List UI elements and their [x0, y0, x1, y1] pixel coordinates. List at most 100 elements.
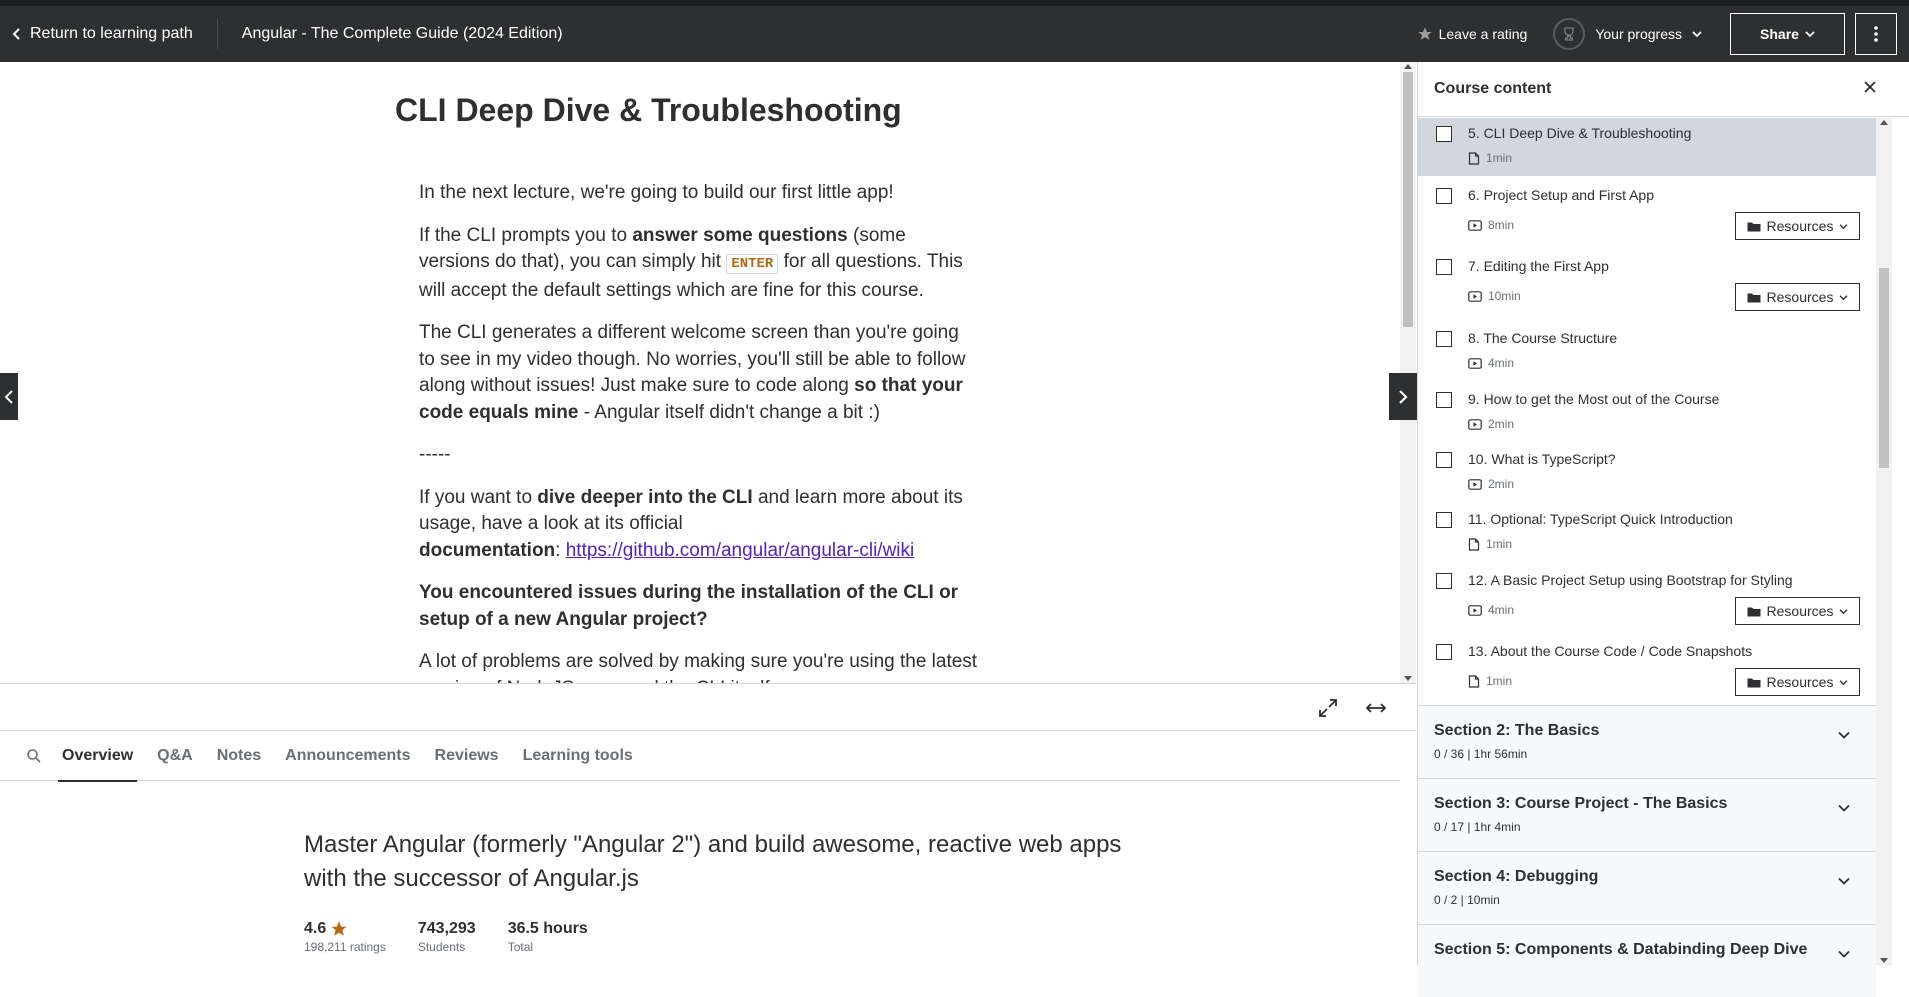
sidebar-lecture-item[interactable]: 9. How to get the Most out of the Course…: [1418, 384, 1876, 444]
close-sidebar-button[interactable]: [1863, 80, 1877, 99]
tab-announcements[interactable]: Announcements: [285, 731, 410, 781]
folder-icon: [1747, 292, 1761, 303]
your-progress-button[interactable]: Your progress: [1553, 18, 1702, 50]
tab-overview[interactable]: Overview: [57, 731, 138, 782]
article-paragraph: The CLI generates a different welcome sc…: [419, 322, 966, 423]
scroll-down-arrow-icon[interactable]: [1404, 676, 1412, 681]
course-content-sidebar: Course content 5. CLI Deep Dive & Troubl…: [1417, 62, 1909, 997]
section-meta: 0 / 2 | 10min: [1434, 893, 1500, 907]
lecture-duration: 4min: [1488, 356, 1515, 370]
sidebar-lecture-item[interactable]: 10. What is TypeScript? 2min: [1418, 444, 1876, 504]
sidebar-scroll-thumb[interactable]: [1879, 268, 1889, 468]
resources-dropdown-button[interactable]: Resources: [1735, 668, 1860, 696]
video-icon: [1468, 290, 1482, 302]
lecture-duration: 8min: [1488, 218, 1515, 232]
tab-learning-tools[interactable]: Learning tools: [523, 731, 633, 781]
section-meta: 0 / 17 | 1hr 4min: [1434, 820, 1521, 834]
course-headline: Master Angular (formerly "Angular 2") an…: [304, 831, 1122, 892]
share-button[interactable]: Share: [1730, 13, 1845, 55]
cli-wiki-link[interactable]: https://github.com/angular/angular-cli/w…: [566, 540, 915, 561]
students-label: Students: [417, 940, 466, 954]
more-options-button[interactable]: [1855, 13, 1897, 55]
students-value: 743,293: [417, 920, 476, 937]
hours-label: Total: [507, 940, 534, 954]
lecture-complete-checkbox[interactable]: [1436, 452, 1452, 468]
lecture-complete-checkbox[interactable]: [1436, 512, 1452, 528]
scroll-up-arrow-icon[interactable]: [1404, 64, 1412, 69]
sidebar-lecture-item[interactable]: 5. CLI Deep Dive & Troubleshooting 1min: [1418, 118, 1876, 176]
lecture-complete-checkbox[interactable]: [1436, 392, 1452, 408]
lecture-title: 9. How to get the Most out of the Course: [1468, 391, 1720, 407]
sidebar-section-item[interactable]: Section 4: Debugging 0 / 2 | 10min: [1418, 851, 1876, 924]
sidebar-section-item[interactable]: Section 3: Course Project - The Basics 0 …: [1418, 778, 1876, 851]
lecture-complete-checkbox[interactable]: [1436, 644, 1452, 660]
chevron-left-icon: [12, 28, 20, 40]
lecture-duration: 10min: [1488, 289, 1521, 303]
lecture-meta: 1min: [1468, 151, 1512, 165]
sidebar-scrollbar[interactable]: [1876, 118, 1892, 965]
previous-lecture-button[interactable]: [0, 373, 18, 420]
scroll-down-arrow-icon[interactable]: [1880, 958, 1888, 963]
chevron-down-icon: [1839, 294, 1848, 301]
article-body: In the next lecture, we're going to buil…: [419, 180, 979, 683]
lecture-meta: 1min: [1468, 537, 1512, 551]
overview-panel: Master Angular (formerly "Angular 2") an…: [304, 828, 1124, 896]
lecture-title: 12. A Basic Project Setup using Bootstra…: [1468, 572, 1793, 588]
folder-icon: [1747, 221, 1761, 232]
sidebar-lecture-item[interactable]: 8. The Course Structure 4min: [1418, 323, 1876, 384]
resources-dropdown-button[interactable]: Resources: [1735, 597, 1860, 625]
section-title: Section 3: Course Project - The Basics: [1434, 795, 1728, 812]
sidebar-section-item[interactable]: Section 2: The Basics 0 / 36 | 1hr 56min: [1418, 705, 1876, 778]
sidebar-header: Course content: [1418, 62, 1909, 117]
search-button[interactable]: [26, 748, 42, 764]
lecture-complete-checkbox[interactable]: [1436, 573, 1452, 589]
chevron-down-icon: [1838, 726, 1850, 744]
sidebar-lecture-item[interactable]: 6. Project Setup and First App 8min Resour…: [1418, 180, 1876, 251]
rating-count: 198,211 ratings: [304, 940, 386, 954]
lecture-complete-checkbox[interactable]: [1436, 331, 1452, 347]
lecture-title: 5. CLI Deep Dive & Troubleshooting: [1468, 125, 1692, 141]
video-icon: [1468, 478, 1482, 490]
article-paragraph: In the next lecture, we're going to buil…: [419, 182, 894, 203]
header-divider: [216, 19, 218, 49]
article-paragraph: If the CLI prompts you to answer some qu…: [419, 224, 963, 301]
return-to-learning-path-link[interactable]: Return to learning path: [12, 25, 193, 43]
file-icon: [1468, 537, 1480, 551]
section-meta: 0 / 36 | 1hr 56min: [1434, 747, 1528, 761]
rating-value: 4.6: [304, 920, 327, 937]
lecture-complete-checkbox[interactable]: [1436, 188, 1452, 204]
lecture-title: 10. What is TypeScript?: [1468, 451, 1616, 467]
tab-qa[interactable]: Q&A: [157, 731, 193, 781]
lecture-complete-checkbox[interactable]: [1436, 259, 1452, 275]
chevron-down-icon: [1805, 31, 1815, 38]
lecture-complete-checkbox[interactable]: [1436, 126, 1452, 142]
search-icon: [27, 748, 41, 763]
tab-notes[interactable]: Notes: [217, 731, 261, 781]
leave-rating-button[interactable]: Leave a rating: [1417, 26, 1527, 42]
section-title: Section 4: Debugging: [1434, 868, 1599, 885]
your-progress-label: Your progress: [1595, 26, 1682, 42]
hours-stat: 36.5 hours Total: [508, 920, 588, 954]
course-title[interactable]: Angular - The Complete Guide (2024 Editi…: [242, 25, 563, 43]
resources-dropdown-button[interactable]: Resources: [1735, 212, 1860, 240]
sidebar-lecture-item[interactable]: 11. Optional: TypeScript Quick Introduct…: [1418, 504, 1876, 565]
viewer-controls: [0, 683, 1416, 731]
article-separator: -----: [419, 444, 451, 465]
file-icon: [1468, 674, 1480, 688]
resources-dropdown-button[interactable]: Resources: [1735, 283, 1860, 311]
lecture-duration: 2min: [1488, 477, 1515, 491]
sidebar-lecture-item[interactable]: 7. Editing the First App 10min Resources: [1418, 251, 1876, 323]
scroll-up-arrow-icon[interactable]: [1880, 120, 1888, 125]
expanded-view-button[interactable]: [1364, 696, 1388, 720]
article-paragraph: If you want to dive deeper into the CLI …: [419, 486, 963, 561]
article-scroll-thumb[interactable]: [1403, 72, 1413, 327]
lecture-duration: 1min: [1486, 151, 1513, 165]
next-lecture-button[interactable]: [1389, 373, 1417, 420]
sidebar-lecture-item[interactable]: 12. A Basic Project Setup using Bootstra…: [1418, 565, 1876, 636]
fullscreen-button[interactable]: [1316, 696, 1340, 720]
folder-icon: [1747, 606, 1761, 617]
chevron-right-icon: [1399, 389, 1408, 404]
sidebar-lecture-item[interactable]: 13. About the Course Code / Code Snapsho…: [1418, 636, 1876, 705]
tab-reviews[interactable]: Reviews: [435, 731, 499, 781]
sidebar-section-item[interactable]: Section 5: Components & Databinding Deep…: [1418, 924, 1876, 997]
